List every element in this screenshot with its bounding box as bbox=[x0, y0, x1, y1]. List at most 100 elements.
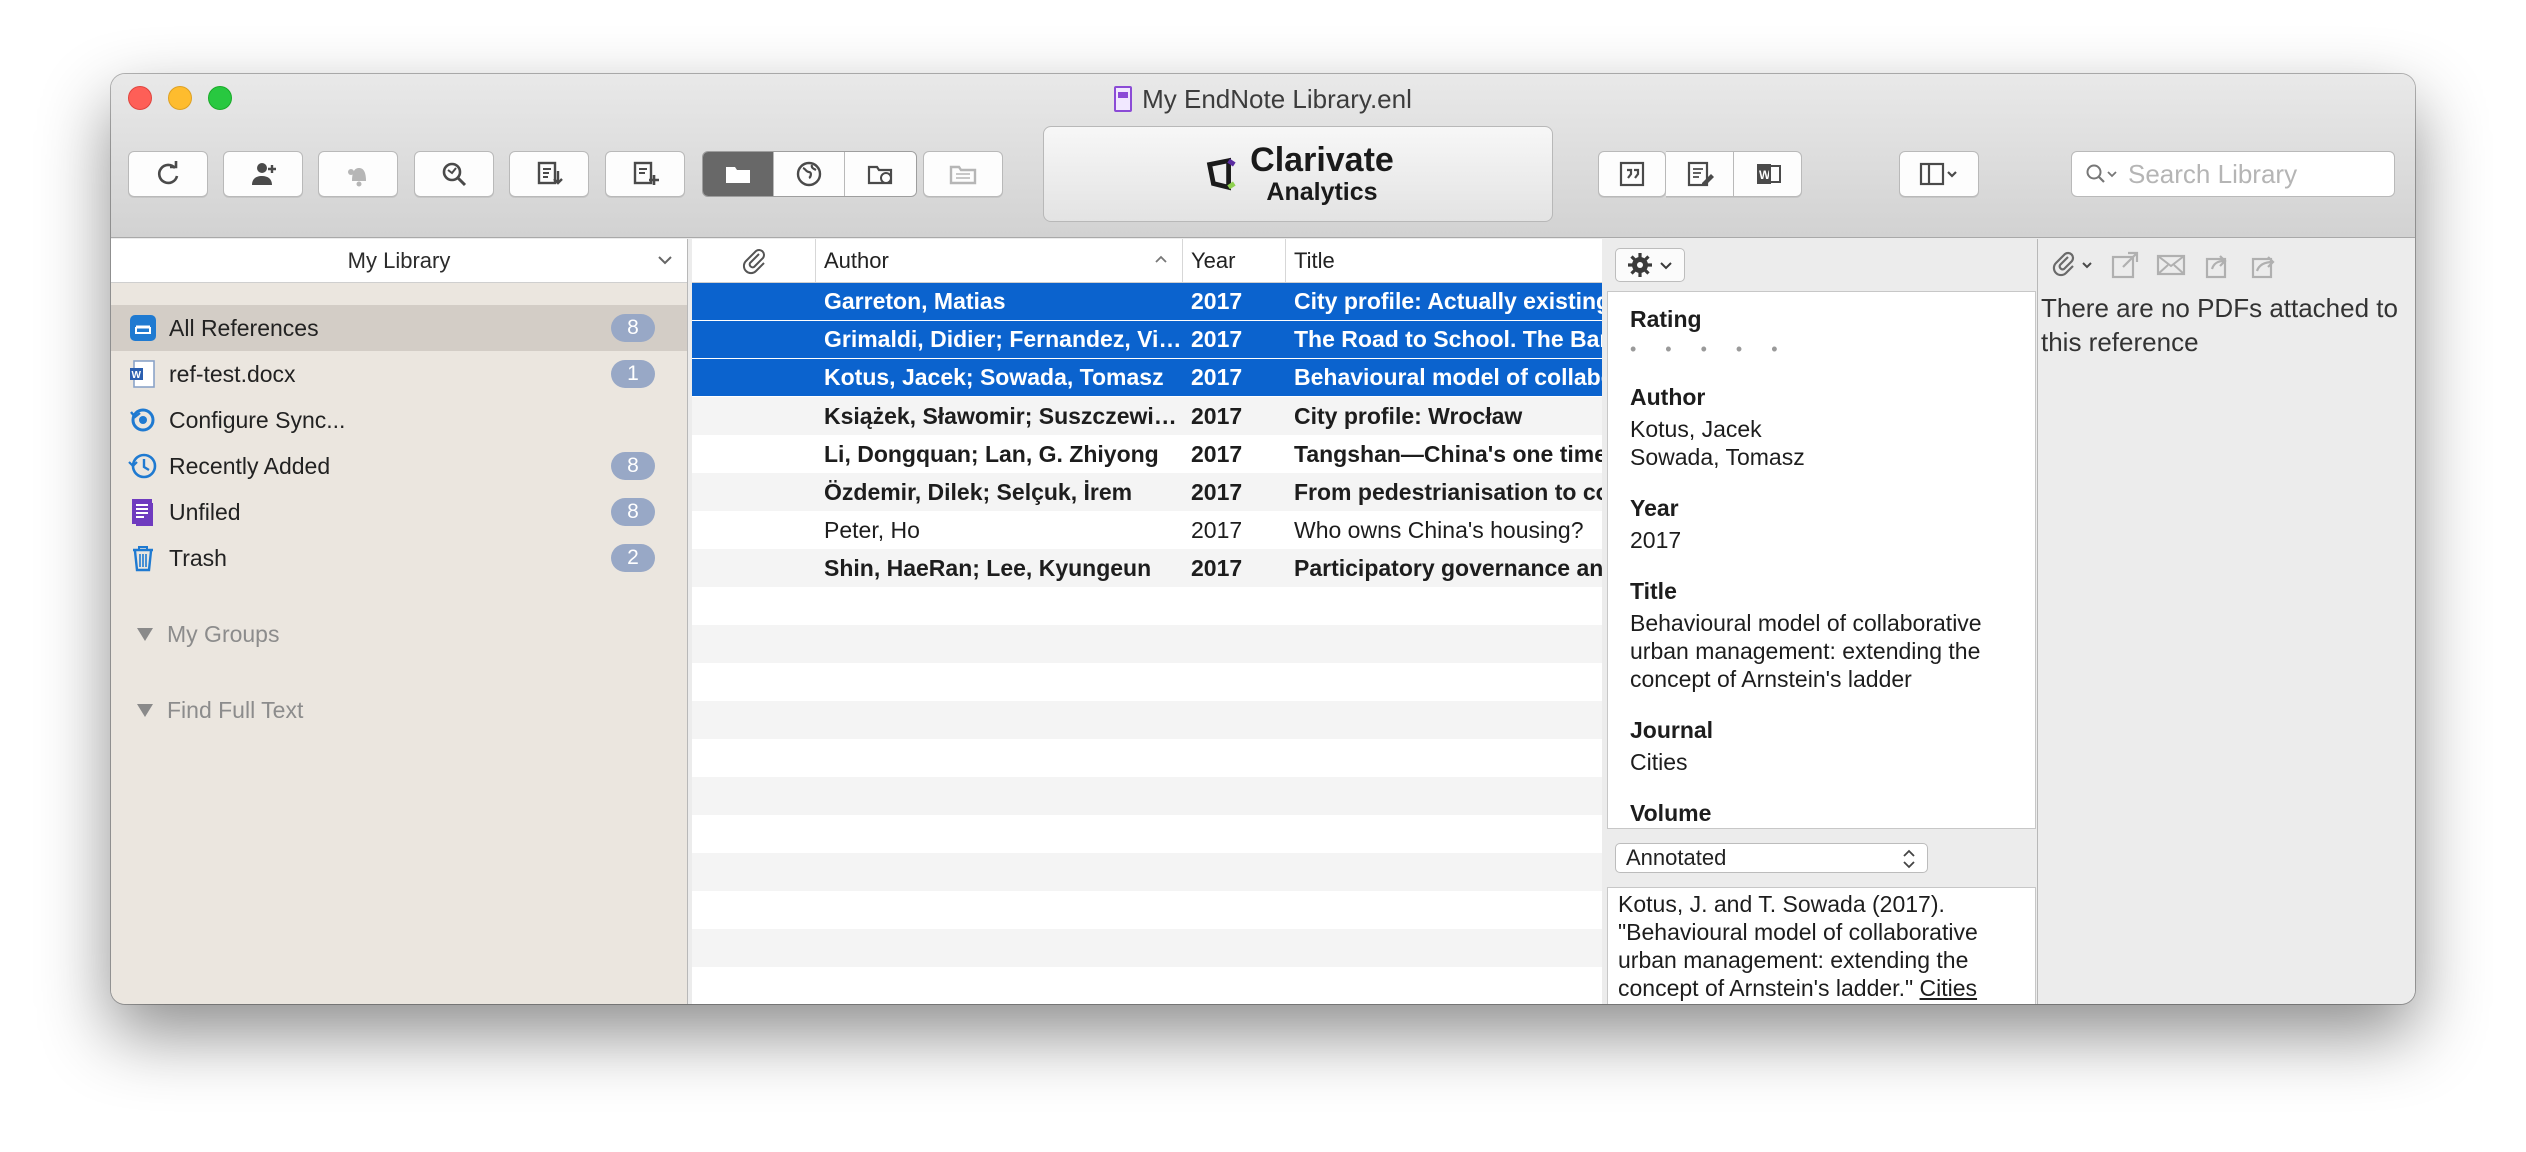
table-row[interactable]: Książek, Sławomir; Suszczewicz, M 2017 C… bbox=[692, 397, 1602, 435]
groups-sidebar: My Library All References 8 W ref-test.d… bbox=[111, 239, 688, 1004]
up-down-chevron-icon bbox=[1903, 849, 1915, 869]
sync-icon bbox=[130, 408, 155, 432]
open-external-icon[interactable] bbox=[2109, 249, 2141, 281]
integrated-library-mode[interactable] bbox=[845, 152, 916, 196]
chevron-down-icon bbox=[1660, 262, 1672, 270]
toolbar: My EndNote Library.enl Clarivate Analyti… bbox=[111, 74, 2415, 238]
chevron-down-icon bbox=[658, 256, 672, 265]
sort-ascending-icon bbox=[1155, 255, 1167, 263]
output-style-select[interactable]: Annotated bbox=[1615, 843, 1928, 873]
word-document-icon: W bbox=[1756, 164, 1781, 184]
share-forward-icon[interactable] bbox=[2247, 249, 2279, 281]
brand-name: Clarivate bbox=[1250, 141, 1394, 179]
column-header-attachment[interactable] bbox=[692, 239, 816, 282]
find-full-text-button[interactable] bbox=[414, 151, 494, 197]
window-title: My EndNote Library.enl bbox=[111, 84, 2415, 115]
table-row[interactable]: Li, Dongquan; Lan, G. Zhiyong 2017 Tangs… bbox=[692, 435, 1602, 473]
new-reference-icon bbox=[633, 161, 659, 185]
empty-row bbox=[692, 625, 1602, 663]
word-document-icon: W bbox=[130, 360, 155, 388]
library-folder-icon bbox=[949, 165, 977, 185]
reference-panel: Rating • • • • • Author Kotus, Jacek Sow… bbox=[1605, 239, 2038, 1004]
reference-details: Rating • • • • • Author Kotus, Jacek Sow… bbox=[1607, 291, 2036, 829]
field-year: Year 2017 bbox=[1630, 495, 1682, 553]
column-header-title[interactable]: Title bbox=[1286, 239, 1602, 282]
bell-users-icon bbox=[348, 168, 366, 187]
paperclip-icon bbox=[742, 248, 765, 274]
group-section-find-full-text[interactable]: Find Full Text bbox=[111, 687, 687, 733]
column-header-author[interactable]: Author bbox=[816, 239, 1183, 282]
table-row[interactable]: Peter, Ho 2017 Who owns China's housing? bbox=[692, 511, 1602, 549]
open-library-button[interactable] bbox=[923, 151, 1003, 197]
sidebar-item-trash[interactable]: Trash 2 bbox=[111, 535, 687, 581]
table-row[interactable]: Özdemir, Dilek; Selçuk, İrem 2017 From p… bbox=[692, 473, 1602, 511]
sync-button[interactable] bbox=[128, 151, 208, 197]
email-icon[interactable] bbox=[2155, 249, 2187, 281]
formatted-citation-preview: Kotus, J. and T. Sowada (2017). "Behavio… bbox=[1607, 887, 2036, 1004]
brand-subtitle: Analytics bbox=[1266, 178, 1378, 206]
folder-icon bbox=[726, 167, 750, 183]
import-button[interactable] bbox=[509, 151, 589, 197]
search-document-icon bbox=[442, 162, 467, 187]
empty-row bbox=[692, 967, 1602, 1004]
library-mode-segmented bbox=[702, 151, 917, 197]
unfiled-document-icon bbox=[132, 499, 153, 526]
empty-row bbox=[692, 587, 1602, 625]
add-user-icon bbox=[252, 163, 276, 185]
field-rating: Rating • • • • • bbox=[1630, 306, 2013, 360]
table-row[interactable]: Grimaldi, Didier; Fernandez, Vicenç 2017… bbox=[692, 321, 1602, 359]
count-badge: 8 bbox=[611, 498, 655, 526]
share-back-icon[interactable] bbox=[2201, 249, 2233, 281]
sidebar-item-all-references[interactable]: All References 8 bbox=[111, 305, 687, 351]
format-bibliography-button[interactable] bbox=[1666, 151, 1734, 197]
empty-row bbox=[692, 701, 1602, 739]
new-reference-button[interactable] bbox=[605, 151, 685, 197]
column-header-year[interactable]: Year bbox=[1183, 239, 1286, 282]
search-icon bbox=[2086, 164, 2117, 183]
add-user-button[interactable] bbox=[223, 151, 303, 197]
reference-actions-button[interactable] bbox=[1615, 248, 1685, 282]
pdf-pane: There are no PDFs attached to this refer… bbox=[2039, 239, 2415, 1004]
search-input[interactable] bbox=[2128, 158, 2378, 190]
clock-history-icon bbox=[128, 453, 157, 479]
library-selector[interactable]: My Library bbox=[111, 239, 687, 283]
library-file-icon bbox=[1114, 86, 1133, 112]
sidebar-item-ref-test-docx[interactable]: W ref-test.docx 1 bbox=[111, 351, 687, 397]
table-row[interactable]: Kotus, Jacek; Sowada, Tomasz 2017 Behavi… bbox=[692, 359, 1602, 397]
layout-toggle-button[interactable] bbox=[1899, 151, 1979, 197]
sidebar-item-unfiled[interactable]: Unfiled 8 bbox=[111, 489, 687, 535]
group-section-my-groups[interactable]: My Groups bbox=[111, 611, 687, 657]
empty-row bbox=[692, 663, 1602, 701]
insert-citation-button[interactable] bbox=[1598, 151, 1666, 197]
empty-row bbox=[692, 815, 1602, 853]
quote-icon bbox=[1619, 161, 1645, 187]
field-volume: Volume bbox=[1630, 800, 1712, 826]
clarivate-logo-icon bbox=[1206, 157, 1236, 191]
folder-globe-icon bbox=[867, 165, 892, 185]
empty-row bbox=[692, 853, 1602, 891]
share-alert-button[interactable] bbox=[318, 151, 398, 197]
disclosure-triangle-icon bbox=[137, 627, 153, 641]
local-library-mode[interactable] bbox=[703, 152, 774, 196]
no-pdf-message: There are no PDFs attached to this refer… bbox=[2041, 293, 2398, 357]
empty-row bbox=[692, 739, 1602, 777]
references-table: Author Year Title Garreton, Matias 2017 … bbox=[692, 239, 1602, 1004]
svg-text:W: W bbox=[132, 370, 142, 381]
table-row[interactable]: Shin, HaeRan; Lee, Kyungeun 2017 Partici… bbox=[692, 549, 1602, 587]
import-icon bbox=[537, 161, 563, 185]
field-journal: Journal Cities bbox=[1630, 717, 1714, 775]
count-badge: 2 bbox=[611, 544, 655, 572]
sidebar-item-recently-added[interactable]: Recently Added 8 bbox=[111, 443, 687, 489]
all-references-icon bbox=[130, 315, 156, 341]
online-search-mode[interactable] bbox=[774, 152, 845, 196]
empty-row bbox=[692, 777, 1602, 815]
disclosure-triangle-icon bbox=[137, 703, 153, 717]
rating-stars[interactable]: • • • • • bbox=[1630, 339, 2013, 360]
sidebar-item-configure-sync[interactable]: Configure Sync... bbox=[111, 397, 687, 443]
empty-row bbox=[692, 891, 1602, 929]
search-library-field[interactable] bbox=[2071, 151, 2395, 197]
endnote-window: My EndNote Library.enl Clarivate Analyti… bbox=[111, 74, 2415, 1004]
word-integration-button[interactable]: W bbox=[1734, 151, 1802, 197]
attach-file-icon[interactable] bbox=[2051, 249, 2095, 281]
table-row[interactable]: Garreton, Matias 2017 City profile: Actu… bbox=[692, 283, 1602, 321]
